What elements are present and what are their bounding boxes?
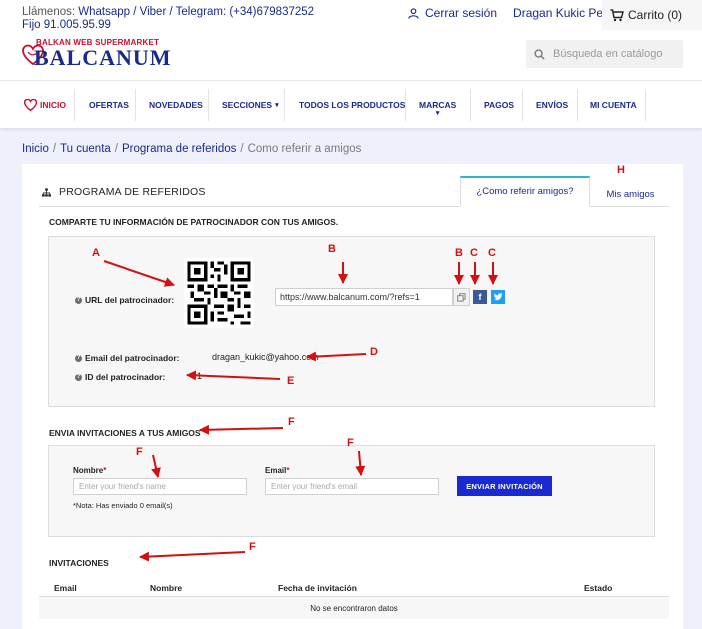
annotation-label-h: H	[617, 164, 625, 176]
annotation-label-f-invitations: F	[249, 541, 256, 553]
arrow-f-email	[355, 450, 366, 476]
annotation-label-a: A	[92, 247, 100, 259]
arrow-e	[186, 370, 281, 381]
arrow-f-invitations	[139, 551, 246, 562]
arrow-a	[103, 260, 175, 287]
annotation-label-b-url: B	[328, 243, 336, 255]
annotation-label-f-email: F	[347, 437, 354, 449]
arrow-f-title	[199, 424, 284, 435]
annotation-label-f-title: F	[288, 416, 295, 428]
annotation-arrows	[103, 260, 498, 562]
annotation-label-b-copy: B	[455, 247, 463, 259]
annotation-label-f-name: F	[136, 446, 143, 458]
arrow-d	[306, 351, 367, 362]
annotation-label-e: E	[287, 375, 295, 387]
annotation-label-d: D	[370, 346, 378, 358]
arrow-f-name	[151, 454, 161, 478]
annotation-label-c-fb: C	[470, 247, 478, 259]
annotation-label-c-tw: C	[488, 247, 496, 259]
